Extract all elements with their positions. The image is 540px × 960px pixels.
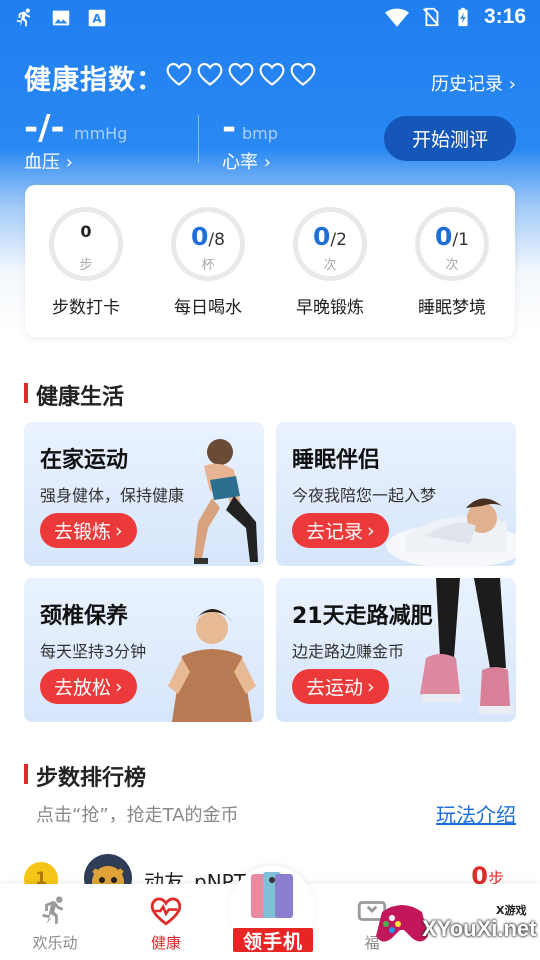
tile-neck-care[interactable]: 颈椎保养 每天坚持3分钟 去放松 › [24, 578, 264, 722]
stat-label: 早晚锻炼 [296, 298, 364, 318]
go-record-button[interactable]: 去记录 › [292, 513, 389, 548]
go-exercise-button[interactable]: 去运动 › [292, 669, 389, 704]
tile-walking-weight-loss[interactable]: 21天走路减肥 边走路边赚金币 去运动 › [276, 578, 516, 722]
heart-rate-unit: bmp [242, 124, 278, 143]
promo-label: 领手机 [231, 926, 315, 954]
tile-sleep-companion[interactable]: 睡眠伴侣 今夜我陪您一起入梦 去记录 › [276, 422, 516, 566]
runner-icon [42, 896, 63, 924]
battery-charging-icon [458, 7, 468, 27]
stat-label: 睡眠梦境 [418, 298, 486, 318]
wifi-icon [385, 8, 409, 27]
status-bar: A 3:16 [0, 0, 540, 36]
header-divider [198, 115, 199, 163]
chevron-right-icon: › [367, 519, 375, 542]
stat-label: 步数打卡 [52, 298, 120, 318]
start-evaluation-button[interactable]: 开始测评 [384, 116, 516, 161]
blood-pressure-value: -/- [24, 108, 65, 148]
tile-subtitle: 今夜我陪您一起入梦 [292, 486, 437, 505]
go-workout-button[interactable]: 去锻炼 › [40, 513, 137, 548]
stat-sleep[interactable]: 0/1 次 睡眠梦境 [397, 207, 507, 318]
stat-water[interactable]: 0/8 杯 每日喝水 [153, 207, 263, 318]
heart-rate-label[interactable]: 心率 › [222, 148, 271, 174]
progress-ring: 0 步 [49, 207, 123, 281]
heart-icon [166, 63, 192, 86]
nav-item-happy-move[interactable]: 欢乐动 [10, 894, 100, 953]
clock: 3:16 [483, 5, 526, 28]
heart-icon [290, 63, 316, 86]
heart-pulse-icon [150, 897, 182, 926]
section-title-healthy-life: 健康生活 [24, 379, 124, 411]
heart-icon [259, 63, 285, 86]
stat-label: 每日喝水 [174, 298, 242, 318]
blood-pressure-unit: mmHg [74, 124, 128, 143]
tile-title: 21天走路减肥 [292, 604, 433, 629]
progress-ring: 0/2 次 [293, 207, 367, 281]
blood-pressure-label[interactable]: 血压 › [24, 148, 73, 174]
tile-home-workout[interactable]: 在家运动 强身健体，保持健康 去锻炼 › [24, 422, 264, 566]
stat-exercise[interactable]: 0/2 次 早晚锻炼 [275, 207, 385, 318]
woman-stretching-illustration [168, 609, 256, 722]
site-watermark: X游戏 XYouXi.net [372, 880, 540, 960]
svg-text:A: A [92, 12, 102, 26]
chevron-right-icon: › [508, 74, 516, 95]
heart-icon [228, 63, 254, 86]
go-relax-button[interactable]: 去放松 › [40, 669, 137, 704]
image-icon [52, 10, 70, 26]
history-link[interactable]: 历史记录 › [431, 70, 516, 96]
chevron-right-icon: › [115, 519, 123, 542]
section-title-step-ranking: 步数排行榜 [24, 760, 146, 792]
progress-ring: 0/8 杯 [171, 207, 245, 281]
tile-title: 在家运动 [40, 448, 129, 473]
chevron-right-icon: › [367, 675, 375, 698]
font-icon: A [88, 9, 106, 27]
health-hearts [165, 60, 317, 88]
watermark-text: XYouXi.net [422, 916, 537, 941]
ranking-subtitle: 点击“抢”，抢走TA的金币 [36, 805, 239, 826]
nav-item-health[interactable]: 健康 [121, 894, 211, 953]
tile-title: 睡眠伴侣 [292, 448, 381, 473]
rules-link[interactable]: 玩法介绍 [436, 799, 516, 828]
chevron-right-icon: › [115, 675, 123, 698]
heart-icon [197, 63, 223, 86]
tile-subtitle: 强身健体，保持健康 [40, 486, 185, 505]
tile-subtitle: 边走路边赚金币 [292, 642, 405, 661]
tile-title: 颈椎保养 [40, 604, 129, 629]
progress-ring: 0/1 次 [415, 207, 489, 281]
tile-subtitle: 每天坚持3分钟 [40, 642, 147, 661]
daily-stats-card: 0 步 步数打卡 0/8 杯 每日喝水 0/2 次 早晚锻炼 0/1 次 睡眠梦… [25, 185, 515, 337]
health-index-title: 健康指数： [24, 65, 164, 96]
claim-phone-promo[interactable]: 领手机 [225, 866, 319, 956]
stat-steps[interactable]: 0 步 步数打卡 [31, 207, 141, 318]
runner-icon [16, 8, 31, 27]
no-sim-icon [422, 7, 439, 27]
chevron-right-icon: › [65, 152, 73, 173]
heart-rate-value: - [222, 108, 237, 148]
history-label: 历史记录 [431, 74, 504, 95]
chevron-right-icon: › [263, 152, 271, 173]
